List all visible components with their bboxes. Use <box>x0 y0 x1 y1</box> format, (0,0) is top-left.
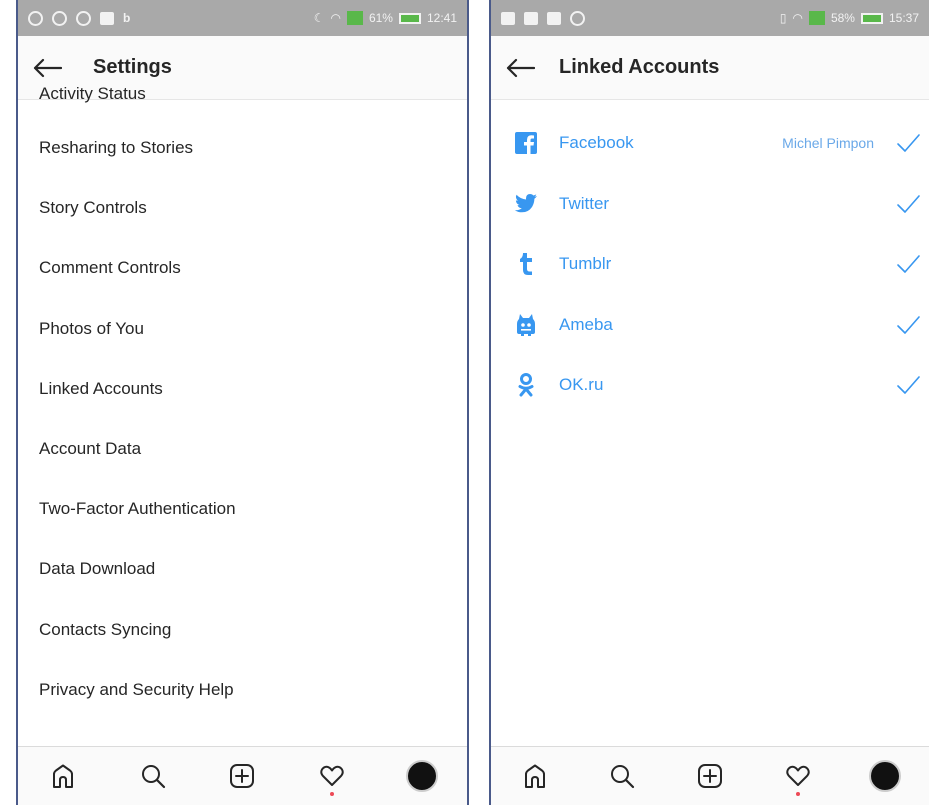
add-icon <box>230 764 255 788</box>
profile-avatar <box>406 760 439 792</box>
notification-icon <box>570 10 585 26</box>
battery-percent: 61% <box>368 11 393 25</box>
facebook-icon <box>513 130 539 156</box>
activity-tab[interactable] <box>312 756 352 796</box>
settings-item-comment-controls[interactable]: Comment Controls <box>18 238 467 298</box>
check-icon <box>897 255 920 274</box>
check-icon <box>897 134 920 153</box>
settings-item-photos-of-you[interactable]: Photos of You <box>18 299 467 359</box>
search-tab[interactable] <box>602 756 642 796</box>
add-post-tab[interactable] <box>222 756 262 796</box>
settings-item-data-download[interactable]: Data Download <box>18 539 467 599</box>
notification-dot <box>795 792 800 796</box>
linked-username: Michel Pimpon <box>782 135 874 152</box>
service-name: Tumblr <box>559 254 612 274</box>
battery-icon <box>860 12 883 24</box>
notification-icon <box>547 11 561 25</box>
settings-item-resharing-to-stories[interactable]: Resharing to Stories <box>18 118 467 178</box>
check-icon <box>897 376 920 395</box>
search-icon <box>141 765 165 789</box>
service-name: Facebook <box>559 133 634 153</box>
linked-account-okru[interactable]: OK.ru <box>491 355 929 416</box>
home-tab[interactable] <box>43 756 83 796</box>
notification-icon <box>524 11 538 25</box>
add-post-tab[interactable] <box>690 756 730 796</box>
status-bar: ▯ ◠ 58% 15:37 <box>491 0 929 36</box>
signal-icon <box>346 11 363 25</box>
status-bar: b ☾ ◠ 61% 12:41 <box>18 0 467 36</box>
notification-icons <box>501 10 585 26</box>
signal-icon <box>808 11 825 25</box>
service-name: Twitter <box>559 193 610 213</box>
home-tab[interactable] <box>515 756 555 796</box>
clock: 15:37 <box>888 11 919 25</box>
settings-item-activity-status[interactable]: Activity Status <box>18 76 467 118</box>
settings-item-linked-accounts[interactable]: Linked Accounts <box>18 359 467 419</box>
linked-accounts-list: Facebook Michel Pimpon Twitter Tumblr Am… <box>491 113 929 416</box>
heart-icon <box>785 765 810 786</box>
settings-item-privacy-security-help[interactable]: Privacy and Security Help <box>18 660 467 720</box>
service-name: Ameba <box>559 314 613 334</box>
notification-icon <box>501 11 515 25</box>
notification-icon <box>76 10 91 26</box>
check-icon <box>897 315 920 334</box>
add-icon <box>697 764 722 788</box>
bottom-tab-bar <box>18 746 467 805</box>
notification-icon <box>52 10 67 26</box>
vibrate-icon: ▯ <box>779 11 787 25</box>
header: Linked Accounts <box>491 36 929 100</box>
search-tab[interactable] <box>133 756 173 796</box>
linked-account-twitter[interactable]: Twitter <box>491 174 929 235</box>
activity-tab[interactable] <box>778 756 818 796</box>
linked-account-tumblr[interactable]: Tumblr <box>491 234 929 295</box>
twitter-icon <box>513 191 539 217</box>
notification-icon <box>28 10 43 26</box>
notification-dot <box>330 792 335 796</box>
clock: 12:41 <box>426 11 457 25</box>
profile-avatar <box>869 760 902 792</box>
page-title: Linked Accounts <box>559 56 720 78</box>
notification-icon <box>100 11 114 25</box>
battery-icon <box>398 12 421 24</box>
okru-icon <box>513 372 539 398</box>
profile-tab[interactable] <box>402 756 442 796</box>
linked-accounts-screen: ▯ ◠ 58% 15:37 Linked Accounts Facebook M… <box>489 0 929 805</box>
settings-screen: b ☾ ◠ 61% 12:41 Settings Activity Status… <box>16 0 469 805</box>
wifi-icon: ◠ <box>330 11 341 25</box>
ameba-icon <box>513 312 539 338</box>
service-name: OK.ru <box>559 375 604 395</box>
heart-icon <box>320 765 345 786</box>
home-icon <box>524 764 545 788</box>
bottom-tab-bar <box>491 746 929 805</box>
search-icon <box>611 765 635 789</box>
wifi-icon: ◠ <box>792 11 803 25</box>
tumblr-icon <box>513 251 539 277</box>
battery-percent: 58% <box>830 11 855 25</box>
system-icons: ▯ ◠ 58% 15:37 <box>780 11 919 25</box>
settings-item-two-factor-authentication[interactable]: Two-Factor Authentication <box>18 479 467 539</box>
check-icon <box>897 194 920 213</box>
settings-item-contacts-syncing[interactable]: Contacts Syncing <box>18 600 467 660</box>
settings-item-account-data[interactable]: Account Data <box>18 419 467 479</box>
profile-tab[interactable] <box>865 756 905 796</box>
linked-account-ameba[interactable]: Ameba <box>491 295 929 356</box>
moon-icon: ☾ <box>313 11 325 25</box>
notification-icon: b <box>123 11 131 25</box>
system-icons: ☾ ◠ 61% 12:41 <box>314 11 457 25</box>
notification-icons: b <box>28 10 131 26</box>
settings-list: Activity Status Resharing to Stories Sto… <box>18 76 467 720</box>
back-arrow-icon[interactable] <box>505 56 539 80</box>
home-icon <box>52 764 73 788</box>
linked-account-facebook[interactable]: Facebook Michel Pimpon <box>491 113 929 174</box>
settings-item-story-controls[interactable]: Story Controls <box>18 178 467 238</box>
